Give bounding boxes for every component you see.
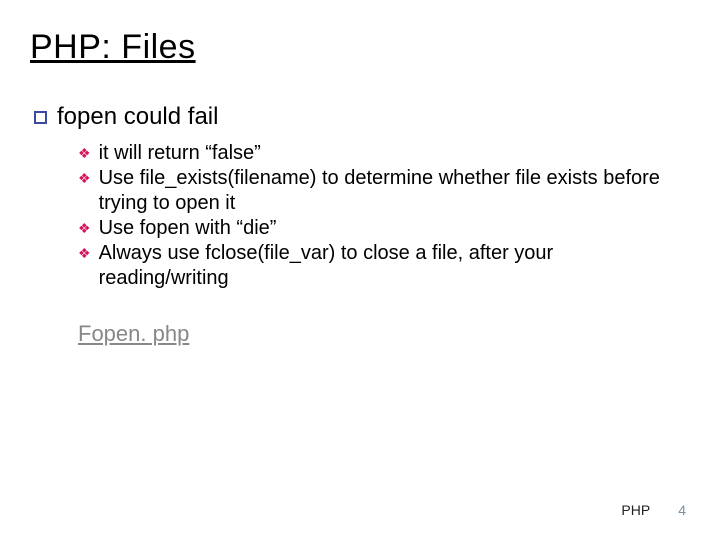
heading-text: fopen could fail bbox=[57, 103, 218, 131]
bullet-level2: ❖ Always use fclose(file_var) to close a… bbox=[78, 241, 690, 291]
bullet-text: Use fopen with “die” bbox=[99, 216, 670, 241]
diamond-bullet-icon: ❖ bbox=[78, 245, 91, 263]
square-bullet-icon bbox=[34, 111, 47, 124]
heading-level1: fopen could fail bbox=[34, 103, 690, 131]
bullet-level2: ❖ Use file_exists(filename) to determine… bbox=[78, 166, 690, 216]
bullet-level2: ❖ Use fopen with “die” bbox=[78, 216, 690, 241]
diamond-bullet-icon: ❖ bbox=[78, 145, 91, 163]
bullet-text: Use file_exists(filename) to determine w… bbox=[99, 166, 670, 216]
content-section: fopen could fail ❖ it will return “false… bbox=[30, 103, 690, 347]
diamond-bullet-icon: ❖ bbox=[78, 220, 91, 238]
bullet-text: Always use fclose(file_var) to close a f… bbox=[99, 241, 670, 291]
slide-footer: PHP 4 bbox=[621, 502, 686, 518]
slide-title: PHP: Files bbox=[30, 28, 690, 67]
diamond-bullet-icon: ❖ bbox=[78, 170, 91, 188]
file-link[interactable]: Fopen. php bbox=[78, 321, 690, 347]
bullet-level2: ❖ it will return “false” bbox=[78, 141, 690, 166]
bullet-text: it will return “false” bbox=[99, 141, 670, 166]
footer-label: PHP bbox=[621, 502, 650, 518]
page-number: 4 bbox=[678, 502, 686, 518]
